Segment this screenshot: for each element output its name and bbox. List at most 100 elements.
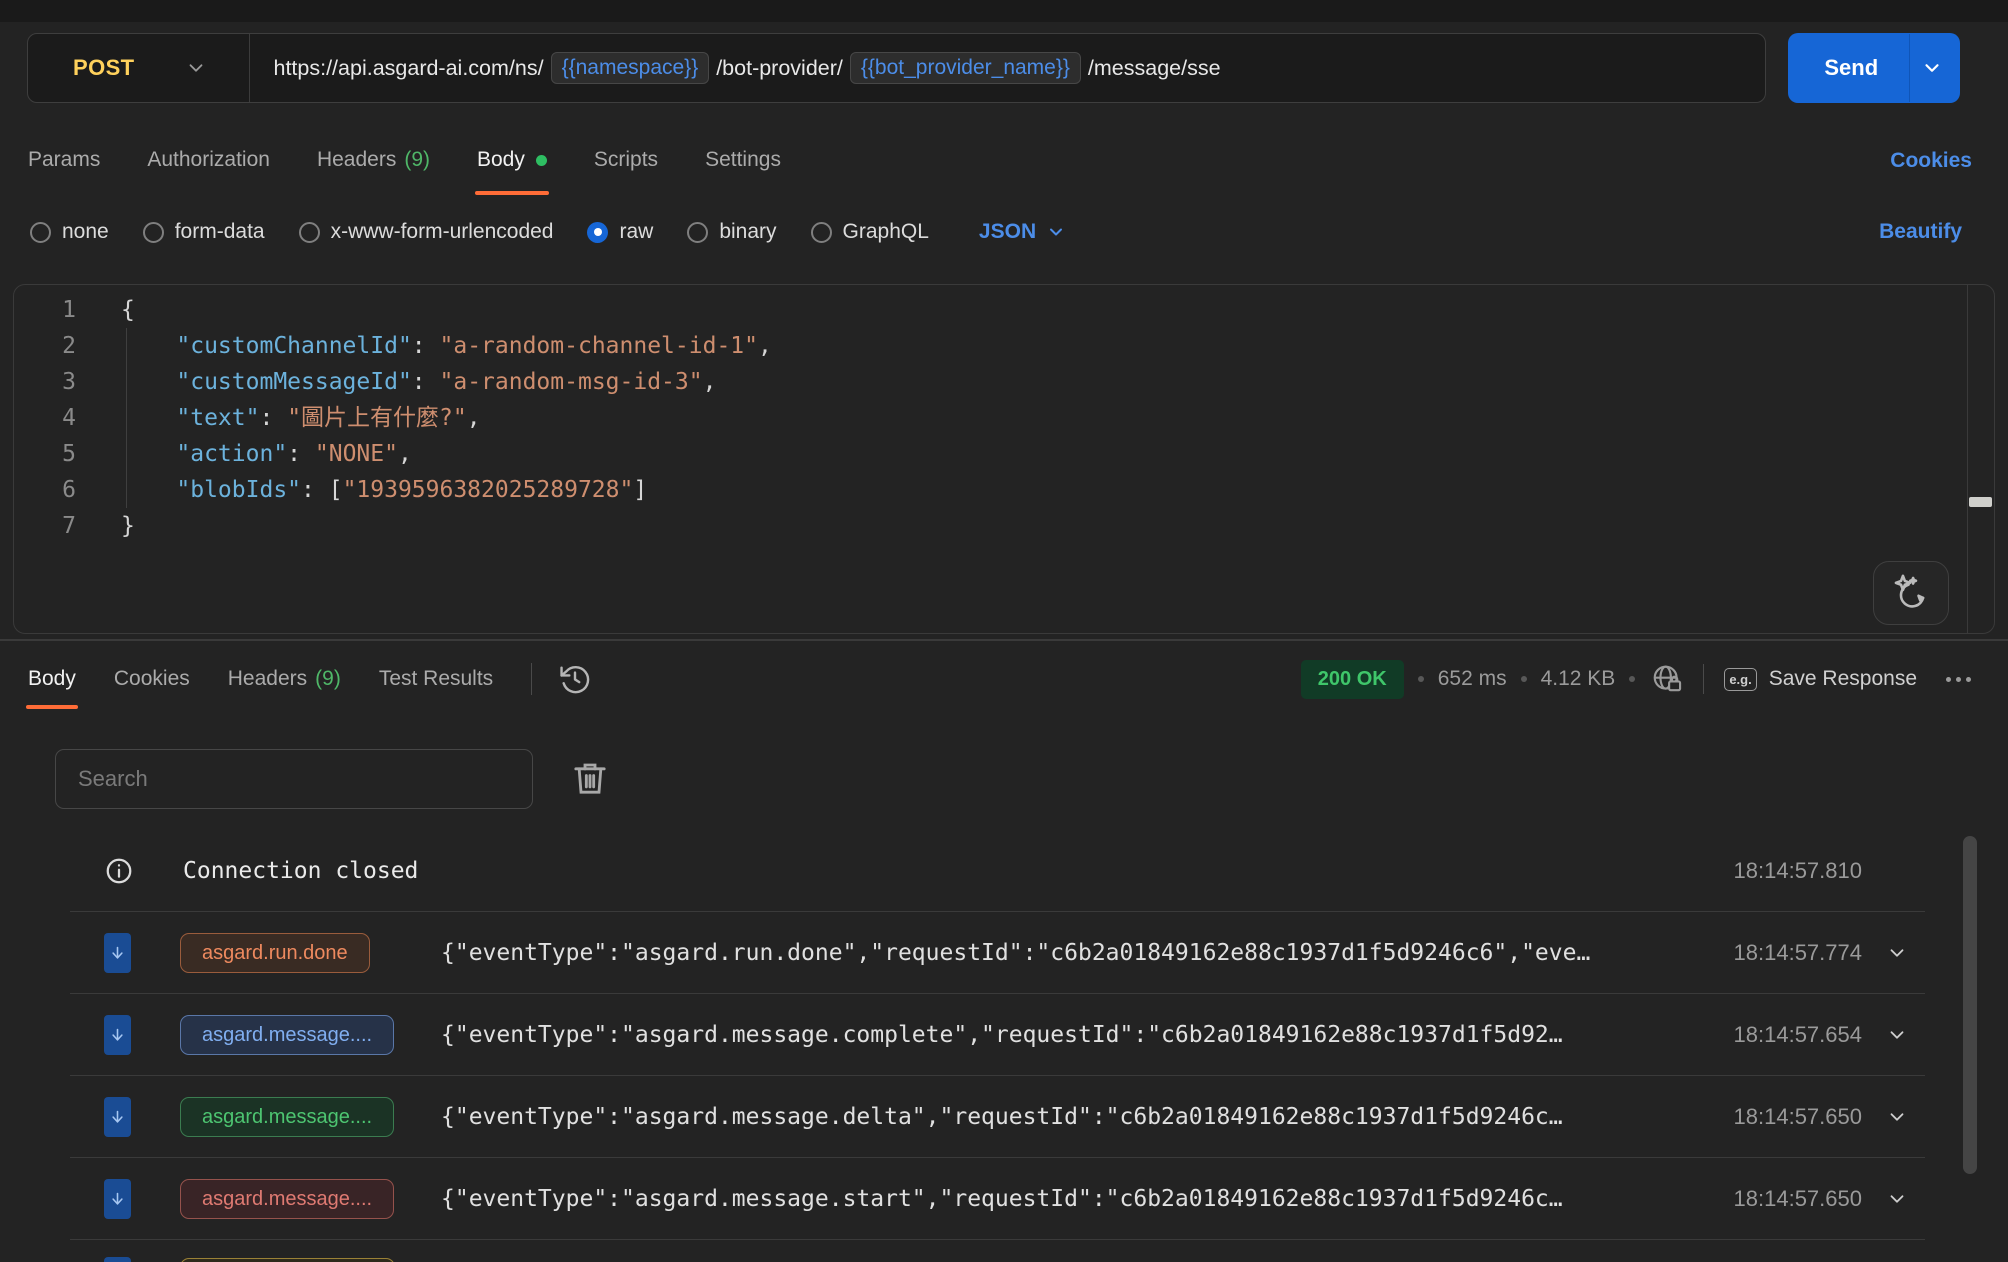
body-mode-none[interactable]: none: [30, 220, 109, 244]
code-line[interactable]: 1{: [14, 292, 1994, 328]
trash-icon[interactable]: [570, 758, 610, 798]
chevron-down-icon: [1921, 57, 1943, 79]
cookies-link[interactable]: Cookies: [1890, 149, 1972, 173]
body-mode-binary[interactable]: binary: [687, 220, 776, 244]
chevron-down-icon: [185, 57, 207, 79]
tab-label: Scripts: [594, 148, 658, 172]
response-meta: 200 OK 652 ms 4.12 KB e.g. Save Response: [1301, 660, 1973, 699]
event-preview: {"eventType":"asgard.message.delta","req…: [441, 1104, 1678, 1130]
chevron-down-icon[interactable]: [1886, 1188, 1908, 1210]
code-text: "blobIds": ["1939596382025289728"]: [76, 472, 647, 508]
response-tab-cookies[interactable]: Cookies: [114, 645, 190, 713]
request-url-row: POST https://api.asgard-ai.com/ns/{{name…: [27, 33, 1960, 103]
radio-icon: [299, 222, 320, 243]
beautify-link[interactable]: Beautify: [1879, 220, 1962, 244]
code-line[interactable]: 3 "customMessageId": "a-random-msg-id-3"…: [14, 364, 1994, 400]
line-number: 6: [14, 472, 76, 508]
code-lines: 1{2 "customChannelId": "a-random-channel…: [14, 285, 1994, 544]
event-message: Connection closed: [183, 858, 418, 884]
body-mode-label: form-data: [175, 220, 265, 244]
tab-params[interactable]: Params: [28, 138, 100, 182]
postbot-sparkle-icon: [1890, 572, 1932, 614]
tab-count: (9): [404, 148, 430, 172]
globe-lock-icon[interactable]: [1651, 663, 1683, 695]
radio-icon: [143, 222, 164, 243]
more-options-icon[interactable]: [1943, 677, 1973, 682]
event-row[interactable]: asgard.run.done{"eventType":"asgard.run.…: [0, 912, 2008, 994]
tab-headers[interactable]: Headers(9): [317, 138, 430, 182]
editor-scrollbar-thumb[interactable]: [1969, 497, 1992, 507]
radio-icon: [811, 222, 832, 243]
body-mode-label: x-www-form-urlencoded: [331, 220, 554, 244]
tab-label: Authorization: [147, 148, 270, 172]
body-mode-label: GraphQL: [843, 220, 929, 244]
code-text: "customMessageId": "a-random-msg-id-3",: [76, 364, 716, 400]
body-mode-form-data[interactable]: form-data: [143, 220, 265, 244]
event-row[interactable]: asgard.message.... {"eventType":"asgard.m…: [0, 994, 2008, 1076]
arrow-down-icon: [104, 933, 131, 973]
indent-guide: [126, 328, 127, 508]
postbot-button[interactable]: [1873, 561, 1949, 625]
eg-badge-icon: e.g.: [1724, 668, 1756, 691]
line-number: 1: [14, 292, 76, 328]
code-line[interactable]: 2 "customChannelId": "a-random-channel-i…: [14, 328, 1994, 364]
body-mode-x-www-form-urlencoded[interactable]: x-www-form-urlencoded: [299, 220, 554, 244]
line-number: 7: [14, 508, 76, 544]
body-content-dot: [536, 155, 547, 166]
request-url-bar: POST https://api.asgard-ai.com/ns/{{name…: [27, 33, 1766, 103]
send-button[interactable]: Send: [1788, 33, 1960, 103]
line-number: 5: [14, 436, 76, 472]
url-input[interactable]: https://api.asgard-ai.com/ns/{{namespace…: [250, 34, 1766, 102]
response-tab-test-results[interactable]: Test Results: [379, 645, 493, 713]
chevron-down-icon[interactable]: [1886, 1106, 1908, 1128]
send-options-button[interactable]: [1910, 57, 1954, 79]
response-header: Body Cookies Headers(9) Test Results 200 OK…: [28, 645, 1973, 713]
search-input[interactable]: [55, 749, 533, 809]
tab-label: Body: [477, 148, 525, 172]
request-body-editor[interactable]: 1{2 "customChannelId": "a-random-channel…: [13, 284, 1995, 634]
history-icon[interactable]: [558, 662, 592, 696]
tab-authorization[interactable]: Authorization: [147, 138, 270, 182]
event-timestamp: 18:14:57.654: [1734, 1022, 1862, 1048]
event-row[interactable]: asgard.message.... {"eventType":"asgard.m…: [0, 1076, 2008, 1158]
window-top-strip: [0, 0, 2008, 22]
event-row-info: Connection closed18:14:57.810: [0, 830, 2008, 912]
chevron-down-icon[interactable]: [1886, 1024, 1908, 1046]
code-text: "text": "圖片上有什麼?",: [76, 400, 481, 436]
save-response-button[interactable]: e.g. Save Response: [1724, 667, 1917, 691]
radio-icon: [587, 222, 608, 243]
code-text: }: [76, 508, 135, 544]
event-type-badge: asgard.message....: [180, 1179, 394, 1219]
meta-separator-dot: [1521, 676, 1527, 682]
body-mode-graphql[interactable]: GraphQL: [811, 220, 929, 244]
list-scrollbar-thumb[interactable]: [1963, 836, 1977, 1174]
tab-label: Settings: [705, 148, 781, 172]
body-mode-raw[interactable]: raw: [587, 220, 653, 244]
code-line[interactable]: 6 "blobIds": ["1939596382025289728"]: [14, 472, 1994, 508]
editor-scroll-gutter: [1967, 285, 1968, 633]
response-tab-body[interactable]: Body: [28, 645, 76, 713]
code-line[interactable]: 4 "text": "圖片上有什麼?",: [14, 400, 1994, 436]
tab-scripts[interactable]: Scripts: [594, 138, 658, 182]
tab-body[interactable]: Body: [477, 138, 547, 182]
response-time: 652 ms: [1438, 667, 1507, 691]
response-tab-headers[interactable]: Headers(9): [228, 645, 341, 713]
status-badge: 200 OK: [1301, 660, 1404, 699]
line-number: 3: [14, 364, 76, 400]
method-selector[interactable]: POST: [28, 34, 250, 102]
language-selector[interactable]: JSON: [979, 220, 1066, 244]
event-row[interactable]: [0, 1240, 2008, 1262]
tab-settings[interactable]: Settings: [705, 138, 781, 182]
event-type-badge: asgard.message....: [180, 1015, 394, 1055]
chevron-down-icon[interactable]: [1886, 942, 1908, 964]
arrow-down-icon: [104, 1179, 131, 1219]
code-line[interactable]: 7}: [14, 508, 1994, 544]
meta-divider: [1703, 664, 1704, 694]
event-timestamp: 18:14:57.774: [1734, 940, 1862, 966]
code-line[interactable]: 5 "action": "NONE",: [14, 436, 1994, 472]
body-mode-label: binary: [719, 220, 776, 244]
event-preview: {"eventType":"asgard.message.complete","…: [441, 1022, 1678, 1048]
event-type-badge: asgard.message....: [180, 1097, 394, 1137]
method-label: POST: [73, 55, 135, 81]
event-row[interactable]: asgard.message....{"eventType":"asgard.m…: [0, 1158, 2008, 1240]
